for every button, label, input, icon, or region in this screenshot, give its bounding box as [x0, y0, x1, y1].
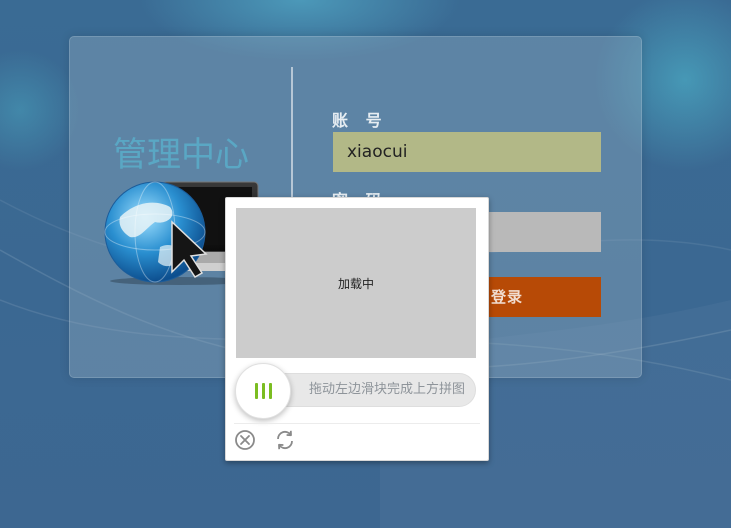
captcha-image-placeholder: 加载中 — [236, 208, 476, 358]
close-circle-icon — [235, 430, 255, 450]
account-input[interactable]: xiaocui — [333, 132, 601, 172]
grip-lines-icon — [254, 383, 272, 399]
refresh-icon — [277, 430, 293, 450]
brand-title: 管理中心 — [113, 135, 249, 175]
captcha-loading-text: 加载中 — [337, 276, 374, 291]
slider-hint-text: 拖动左边滑块完成上方拼图 — [308, 382, 465, 397]
captcha-refresh-button[interactable] — [273, 428, 297, 452]
captcha-footer-divider — [234, 423, 480, 424]
captcha-modal: 加载中 拖动左边滑块完成上方拼图 — [225, 197, 489, 461]
account-label: 账 号 — [332, 111, 388, 130]
captcha-slider-handle[interactable] — [235, 363, 291, 419]
captcha-close-button[interactable] — [233, 428, 257, 452]
